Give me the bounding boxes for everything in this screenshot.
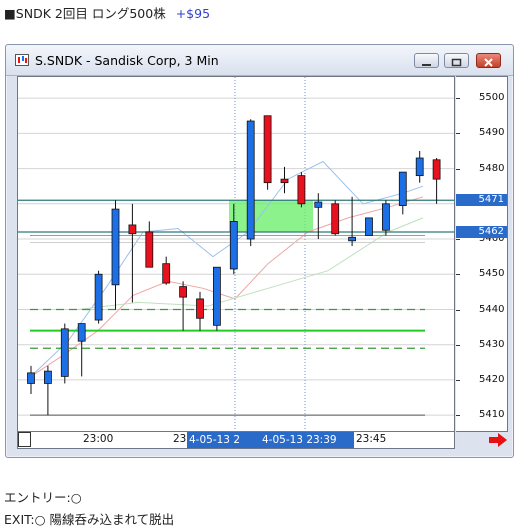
bearish-candle [196, 298, 204, 319]
price-tick-mark [456, 98, 460, 100]
price-tick-mark [456, 168, 460, 170]
bullish-candle [43, 370, 52, 384]
price-tick-label: 5420 [479, 373, 505, 385]
bearish-candle [331, 203, 340, 235]
price-tick-mark [456, 379, 460, 381]
minimize-button[interactable] [414, 53, 439, 68]
bullish-candle [94, 273, 103, 321]
bullish-candle [314, 201, 323, 208]
price-level-tag: 5471 [456, 194, 507, 207]
bullish-candle [381, 203, 390, 231]
price-tick-mark [456, 309, 460, 311]
price-tick-mark [456, 239, 460, 240]
maximize-button[interactable] [444, 53, 469, 68]
header-bar: ■SNDK 2回目 ロング500株 +$95 [4, 3, 210, 22]
price-tick-mark [456, 133, 460, 135]
moving-average-line [30, 160, 424, 377]
bearish-candle [280, 178, 289, 184]
bearish-candle [432, 159, 441, 180]
price-tick-label: 5430 [479, 338, 505, 350]
trade-label: 2回目 ロング500株 [54, 6, 166, 21]
chart-window-icon [15, 54, 29, 66]
bullish-candle [415, 157, 424, 177]
minimize-icon [422, 64, 431, 66]
time-axis[interactable]: 23:00 23 4-05-13 2 4-05-13 23:39 23:45 [17, 432, 455, 449]
bullish-candle [246, 120, 255, 240]
price-tick-mark [456, 344, 460, 346]
bullish-candle [398, 171, 407, 206]
bearish-candle [297, 175, 306, 205]
bearish-candle [128, 224, 137, 235]
exit-note: EXIT:○ 陽線呑み込まれて脱出 [4, 512, 175, 527]
entry-note: エントリー:○ [4, 490, 82, 505]
time-label: 23:45 [356, 433, 387, 445]
chart-window[interactable]: S.SNDK - Sandisk Corp, 3 Min 5410 5420 543… [5, 44, 514, 458]
time-label: 23:00 [83, 433, 114, 445]
window-title: S.SNDK - Sandisk Corp, 3 Min [35, 53, 219, 68]
red-right-arrow-icon[interactable] [489, 433, 507, 447]
price-tick-label: 5490 [479, 127, 505, 139]
bullish-candle [365, 217, 373, 236]
price-tick-label: 5440 [479, 303, 505, 315]
window-title-bar[interactable]: S.SNDK - Sandisk Corp, 3 Min [6, 45, 513, 76]
price-axis[interactable]: 5410542054305440545054605470548054905500… [456, 76, 508, 432]
trade-range-box [229, 200, 313, 232]
bullish-candle [348, 236, 357, 242]
bullish-candle [229, 221, 238, 270]
price-chart-area[interactable] [17, 76, 455, 432]
price-tick-label: 5480 [479, 162, 505, 174]
ticker-symbol: ■SNDK [4, 6, 51, 21]
bearish-candle [263, 115, 272, 184]
price-level-tag: 5462 [456, 226, 507, 238]
axis-corner-box [18, 432, 31, 447]
bullish-candle [212, 266, 221, 326]
bearish-candle [179, 286, 188, 298]
close-icon [484, 58, 493, 67]
bearish-candle [162, 263, 171, 284]
price-tick-label: 5450 [479, 268, 505, 280]
profit-amount: +$95 [175, 6, 211, 21]
price-tick-mark [456, 415, 460, 417]
time-cursor-label: 4-05-13 23:39 [260, 432, 354, 448]
time-cursor-label: 4-05-13 2 [187, 432, 260, 448]
price-tick-mark [456, 274, 460, 276]
bullish-candle [111, 208, 120, 286]
maximize-icon [451, 58, 462, 67]
close-button[interactable] [476, 53, 501, 68]
moving-average-line [30, 196, 424, 377]
price-tick-label: 5410 [479, 409, 505, 421]
candlestick-chart [18, 77, 454, 431]
bearish-candle [145, 231, 154, 268]
time-label: 23 [173, 433, 187, 445]
bullish-candle [77, 323, 86, 342]
price-tick-label: 5500 [479, 92, 505, 104]
bullish-candle [27, 372, 35, 384]
bullish-candle [60, 328, 69, 377]
